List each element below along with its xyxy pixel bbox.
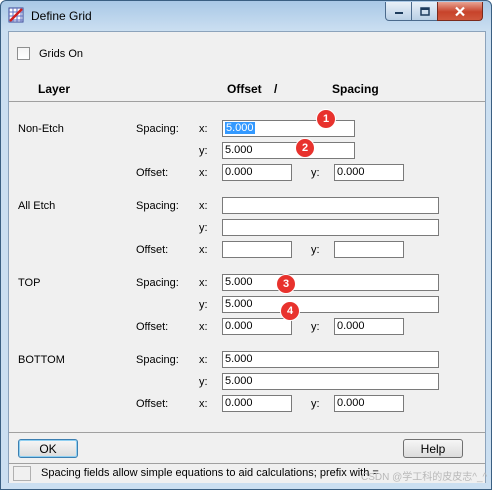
bottom-spacing-x-input[interactable]: 5.000 [222,351,439,368]
minimize-button[interactable] [385,2,412,21]
close-icon [455,6,465,16]
all-etch-spacing-y-input[interactable] [222,219,439,236]
offset-y-label: y: [311,244,320,256]
offset-y-label: y: [311,398,320,410]
bottom-offset-y-input[interactable]: 0.000 [334,395,404,412]
top-spacing-y-input[interactable]: 5.000 [222,296,439,313]
ok-button[interactable]: OK [18,439,78,458]
spacing-label: Spacing: [136,123,179,135]
non-etch-offset-x-input[interactable]: 0.000 [222,164,292,181]
spacing-y-label: y: [199,376,208,388]
maximize-icon [419,6,430,16]
spacing-header: Spacing [332,82,379,96]
offset-x-label: x: [199,398,208,410]
offset-x-label: x: [199,167,208,179]
top-offset-x-input[interactable]: 0.000 [222,318,292,335]
non-etch-spacing-y-input[interactable]: 5.000 [222,142,355,159]
layer-header: Layer [38,82,71,96]
spacing-label: Spacing: [136,277,179,289]
top-offset-y-input[interactable]: 0.000 [334,318,404,335]
top-spacing-x-input[interactable]: 5.000 [222,274,439,291]
layer-name-all-etch: All Etch [18,200,56,212]
layer-name-non-etch: Non-Etch [18,123,64,135]
layer-name-bottom: BOTTOM [18,354,65,366]
status-bar: Spacing fields allow simple equations to… [9,463,488,483]
status-text: Spacing fields allow simple equations to… [41,467,379,479]
spacing-y-label: y: [199,145,208,157]
all-etch-offset-x-input[interactable] [222,241,292,258]
grids-on-box[interactable] [17,47,30,60]
app-grid-icon [8,7,24,23]
define-grid-window: Define Grid Grids On Layer Offset / Spac… [0,0,492,490]
layer-name-top: TOP [18,277,41,289]
grids-on-label: Grids On [39,47,84,60]
offset-label: Offset: [136,321,169,333]
spacing-x-label: x: [199,277,208,289]
selected-text: 5.000 [225,122,255,134]
window-title: Define Grid [31,9,92,23]
spacing-x-label: x: [199,354,208,366]
dialog-body: Grids On Layer Offset / Spacing Non-Etch… [8,31,488,483]
offset-label: Offset: [136,167,169,179]
offset-label: Offset: [136,244,169,256]
offset-label: Offset: [136,398,169,410]
non-etch-offset-y-input[interactable]: 0.000 [334,164,404,181]
title-bar[interactable]: Define Grid [1,1,491,31]
annotation-marker-2: 2 [295,138,315,158]
offset-y-label: y: [311,167,320,179]
status-indicator [13,466,31,481]
offset-header: Offset [227,82,262,96]
spacing-y-label: y: [199,222,208,234]
offset-x-label: x: [199,321,208,333]
annotation-marker-1: 1 [316,109,336,129]
offset-y-label: y: [311,321,320,333]
bottom-offset-x-input[interactable]: 0.000 [222,395,292,412]
grids-on-checkbox[interactable]: Grids On [17,47,83,60]
spacing-label: Spacing: [136,354,179,366]
all-etch-spacing-x-input[interactable] [222,197,439,214]
all-etch-offset-y-input[interactable] [334,241,404,258]
annotation-marker-4: 4 [280,301,300,321]
close-button[interactable] [437,2,483,21]
spacing-label: Spacing: [136,200,179,212]
maximize-button[interactable] [411,2,438,21]
spacing-y-label: y: [199,299,208,311]
header-separator: / [274,82,278,96]
spacing-x-label: x: [199,123,208,135]
offset-x-label: x: [199,244,208,256]
annotation-marker-3: 3 [276,274,296,294]
spacing-x-label: x: [199,200,208,212]
help-button[interactable]: Help [403,439,463,458]
minimize-icon [394,12,403,14]
watermark-text: CSDN @学工科的皮皮志^_^ [361,472,488,483]
layers-panel: Non-Etch Spacing: x: 5.000 y: 5.000 Offs… [9,101,485,433]
bottom-spacing-y-input[interactable]: 5.000 [222,373,439,390]
